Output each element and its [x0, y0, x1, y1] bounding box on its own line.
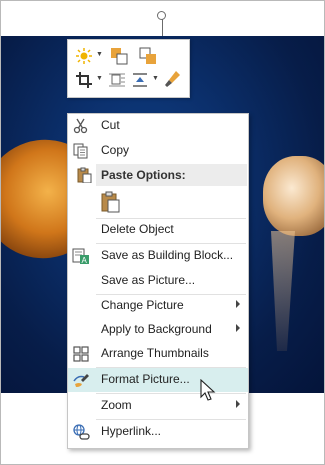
menu-item-label: Change Picture — [101, 298, 184, 312]
menu-item-label: Cut — [101, 118, 120, 132]
rotation-handle[interactable] — [157, 11, 166, 20]
menu-item-label: Arrange Thumbnails — [101, 346, 209, 360]
mouse-pointer-icon — [200, 378, 216, 408]
mini-toolbar: ▼ ▼ ▼ — [67, 39, 190, 98]
menu-item-cut[interactable]: Cut — [68, 114, 248, 138]
chevron-down-icon[interactable]: ▼ — [96, 51, 103, 58]
paste-options-header: Paste Options: — [96, 164, 247, 186]
rotation-line — [162, 19, 163, 36]
copy-icon — [71, 141, 91, 161]
clipboard-icon — [74, 165, 94, 185]
context-menu: Cut Copy Paste Options: Delete Object A … — [67, 113, 249, 449]
chevron-down-icon[interactable]: ▼ — [152, 75, 159, 82]
menu-item-apply-to-background[interactable]: Apply to Background — [68, 318, 248, 342]
menu-item-change-picture[interactable]: Change Picture — [68, 294, 248, 318]
menu-item-hyperlink[interactable]: Hyperlink... — [68, 420, 248, 444]
menu-item-arrange-thumbnails[interactable]: Arrange Thumbnails — [68, 342, 248, 366]
menu-item-label: Delete Object — [101, 222, 174, 236]
svg-text:A: A — [82, 256, 88, 265]
menu-item-label: Save as Picture... — [101, 273, 196, 287]
menu-item-delete-object[interactable]: Delete Object — [68, 218, 248, 242]
hyperlink-icon — [71, 422, 91, 442]
submenu-arrow-icon — [236, 324, 240, 332]
send-backward-icon[interactable] — [138, 46, 158, 66]
building-block-icon: A — [71, 246, 91, 266]
position-icon[interactable] — [130, 70, 150, 90]
menu-item-label: Hyperlink... — [101, 424, 162, 438]
format-picture-icon — [71, 370, 91, 390]
paste-options-label: Paste Options: — [101, 168, 186, 182]
menu-item-format-picture[interactable]: Format Picture... — [68, 368, 248, 392]
menu-item-save-as-picture[interactable]: Save as Picture... — [68, 269, 248, 293]
brightness-icon[interactable] — [74, 46, 94, 66]
crop-icon[interactable] — [74, 70, 94, 90]
menu-item-label: Save as Building Block... — [101, 248, 234, 262]
menu-item-zoom[interactable]: Zoom — [68, 394, 248, 418]
picture-styles-icon[interactable] — [163, 68, 183, 90]
submenu-arrow-icon — [236, 300, 240, 308]
paste-picture-button[interactable] — [98, 190, 122, 214]
thumbnails-grid-icon — [71, 344, 91, 364]
menu-item-label: Zoom — [101, 398, 132, 412]
menu-item-label: Apply to Background — [101, 322, 212, 336]
scissors-icon — [71, 116, 91, 136]
menu-item-label: Copy — [101, 143, 130, 157]
jellyfish-tentacles — [271, 231, 295, 351]
jellyfish-pale — [263, 156, 324, 236]
document-frame: ▼ ▼ ▼ Cut Copy Paste Options: Delete Obj… — [0, 0, 325, 465]
text-wrap-icon[interactable] — [107, 70, 127, 90]
menu-item-save-as-building-block[interactable]: A Save as Building Block... — [68, 244, 248, 268]
menu-item-label: Format Picture... — [101, 372, 190, 386]
menu-item-copy[interactable]: Copy — [68, 139, 248, 163]
chevron-down-icon[interactable]: ▼ — [96, 75, 103, 82]
bring-forward-icon[interactable] — [108, 45, 130, 67]
submenu-arrow-icon — [236, 400, 240, 408]
